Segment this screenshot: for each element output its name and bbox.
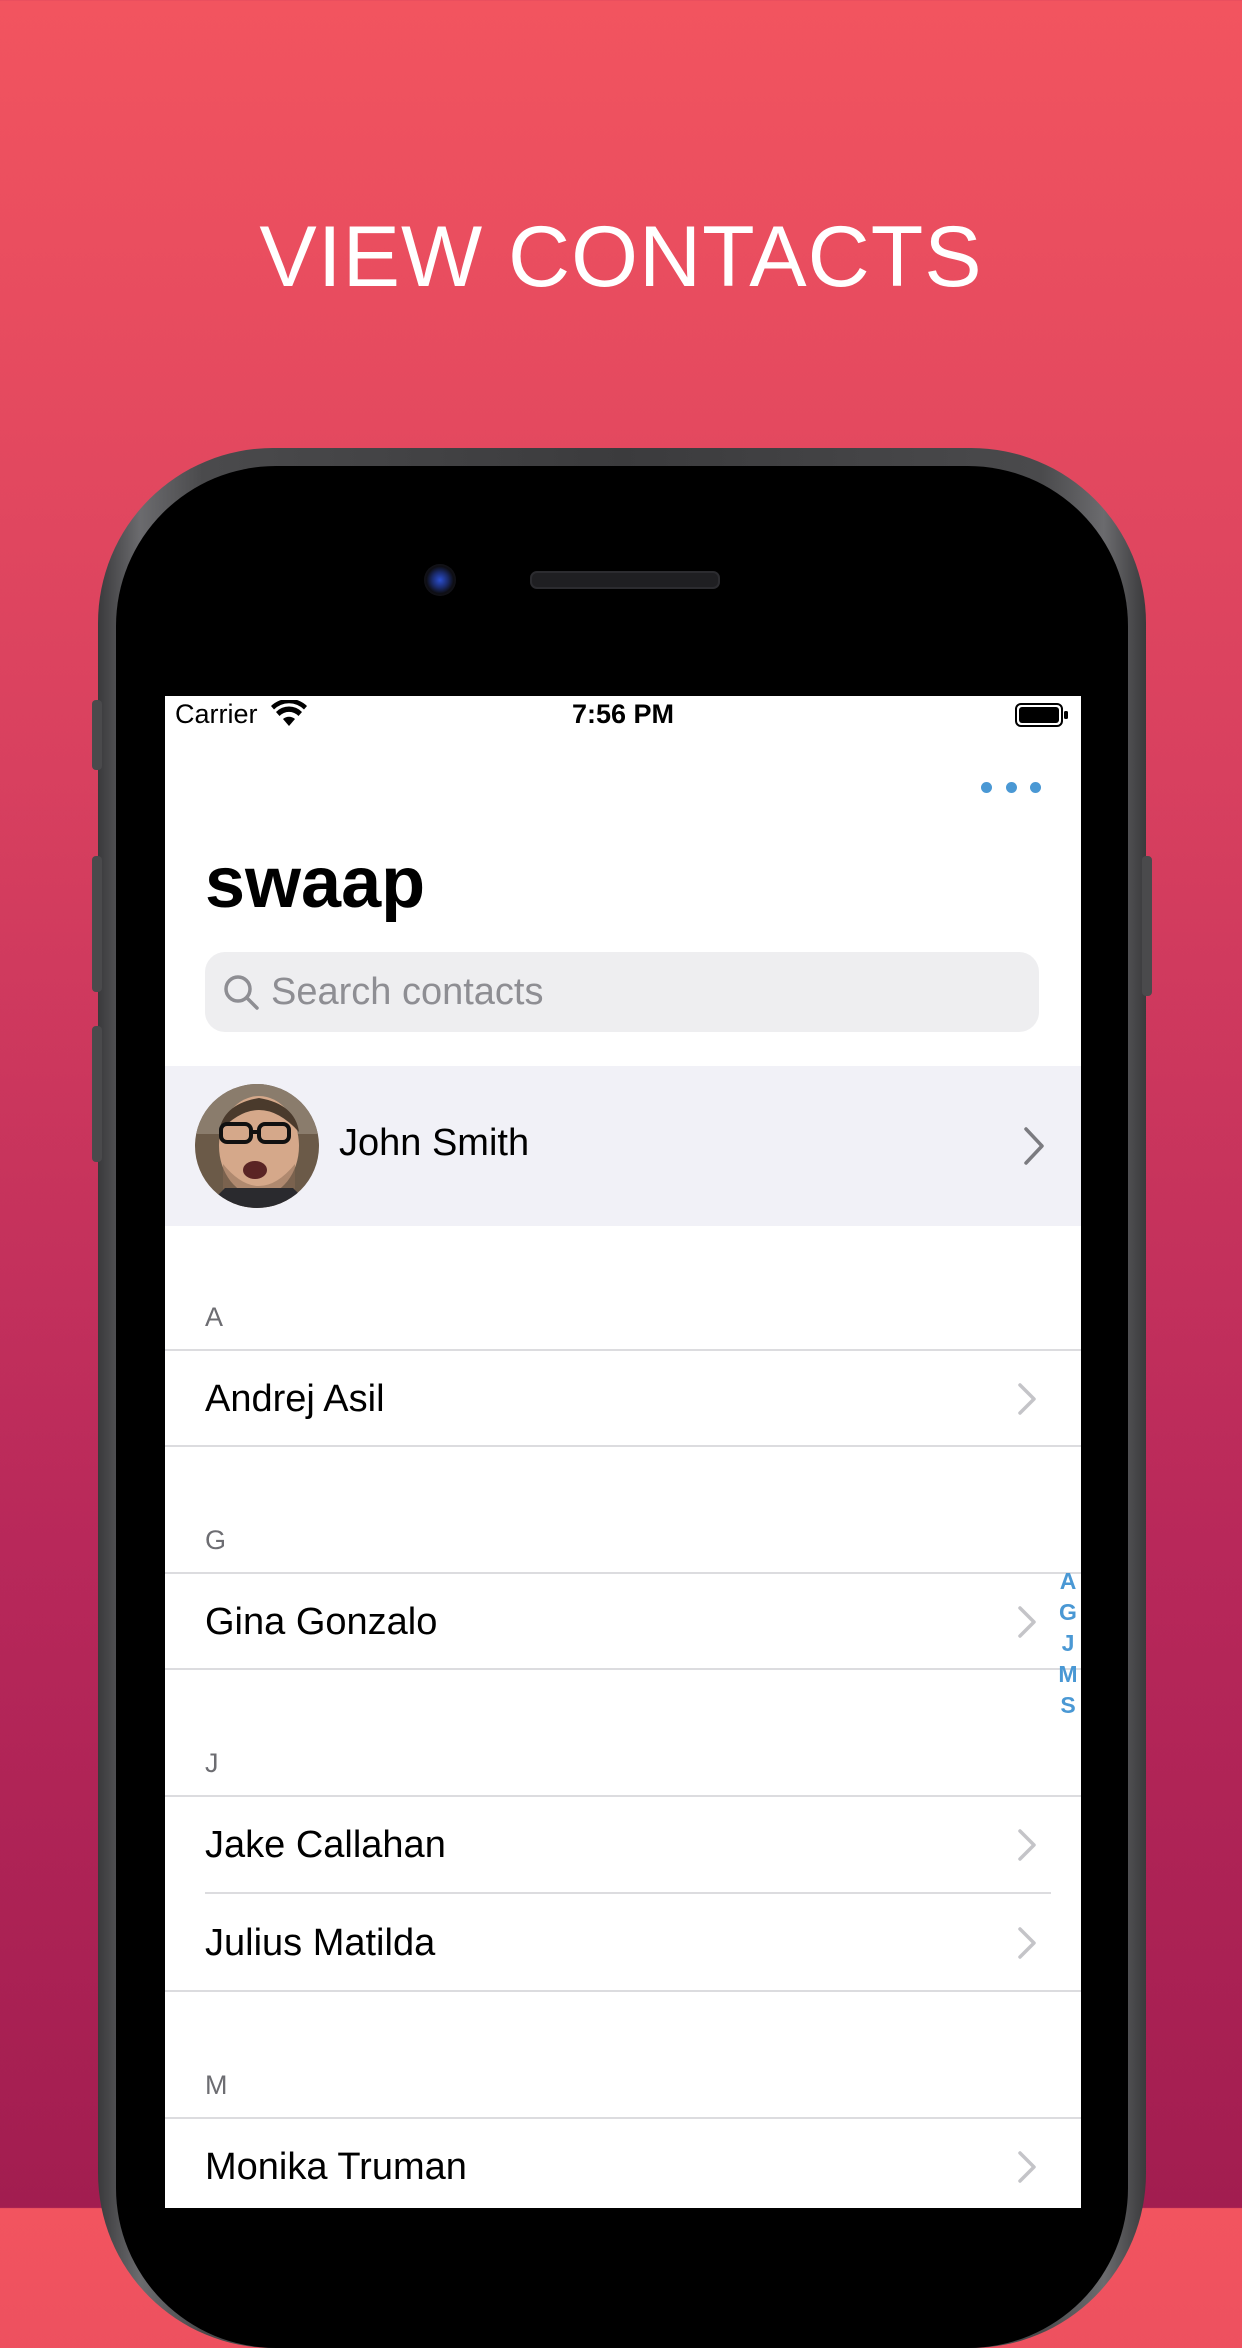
earpiece-speaker (530, 571, 720, 589)
search-input[interactable] (271, 952, 1011, 1032)
more-options-button[interactable] (981, 772, 1041, 802)
chevron-right-icon (1018, 2151, 1036, 2183)
my-name: John Smith (339, 1122, 530, 1164)
index-letter-g[interactable]: G (1059, 1597, 1077, 1628)
contact-row[interactable]: Monika Truman (165, 2118, 1081, 2208)
section-header-g: G (205, 1525, 227, 1555)
divider (165, 1990, 1081, 1992)
avatar-photo (195, 1084, 319, 1208)
contact-row[interactable]: Andrej Asil (165, 1350, 1081, 1446)
contact-name: Gina Gonzalo (205, 1601, 438, 1643)
volume-up-button (92, 856, 102, 992)
app-screen: Carrier 7:56 PM swaap Search contacts Jo… (165, 696, 1081, 2208)
contact-row[interactable]: Jake Callahan (165, 1796, 1081, 1892)
front-camera (424, 564, 456, 596)
search-icon (224, 975, 259, 1010)
status-bar: Carrier 7:56 PM (165, 696, 1081, 736)
section-index[interactable]: A G J M S (1055, 1566, 1081, 1721)
contact-row[interactable]: Julius Matilda (165, 1894, 1081, 1990)
contact-name: Jake Callahan (205, 1824, 446, 1866)
index-letter-s[interactable]: S (1060, 1690, 1075, 1721)
contact-name: Andrej Asil (205, 1378, 385, 1420)
app-title: swaap (205, 843, 426, 923)
dot-icon (1005, 781, 1017, 793)
section-header-m: M (205, 2070, 228, 2100)
dot-icon (1030, 781, 1041, 793)
avatar (195, 1084, 319, 1208)
status-time: 7:56 PM (571, 699, 675, 729)
battery-icon (1015, 703, 1068, 727)
volume-down-button (92, 1026, 102, 1162)
dot-icon (981, 781, 992, 793)
chevron-right-icon (1024, 1127, 1044, 1165)
contact-name: Julius Matilda (205, 1922, 436, 1964)
power-button (1142, 856, 1152, 996)
headline: VIEW CONTACTS (259, 209, 983, 305)
mute-switch (92, 700, 102, 770)
divider (165, 1668, 1081, 1670)
chevron-right-icon (1018, 1927, 1036, 1959)
chevron-right-icon (1018, 1829, 1036, 1861)
index-letter-m[interactable]: M (1058, 1659, 1077, 1690)
section-header-a: A (205, 1302, 224, 1332)
search-bar[interactable] (205, 952, 1039, 1032)
chevron-right-icon (1018, 1606, 1036, 1638)
my-card-row[interactable]: John Smith (165, 1066, 1081, 1226)
section-header-j: J (205, 1748, 219, 1778)
contact-name: Monika Truman (205, 2146, 467, 2188)
contact-row[interactable]: Gina Gonzalo (165, 1573, 1081, 1669)
index-letter-a[interactable]: A (1060, 1566, 1077, 1597)
chevron-right-icon (1018, 1383, 1036, 1415)
index-letter-j[interactable]: J (1062, 1628, 1075, 1659)
divider (165, 1445, 1081, 1447)
